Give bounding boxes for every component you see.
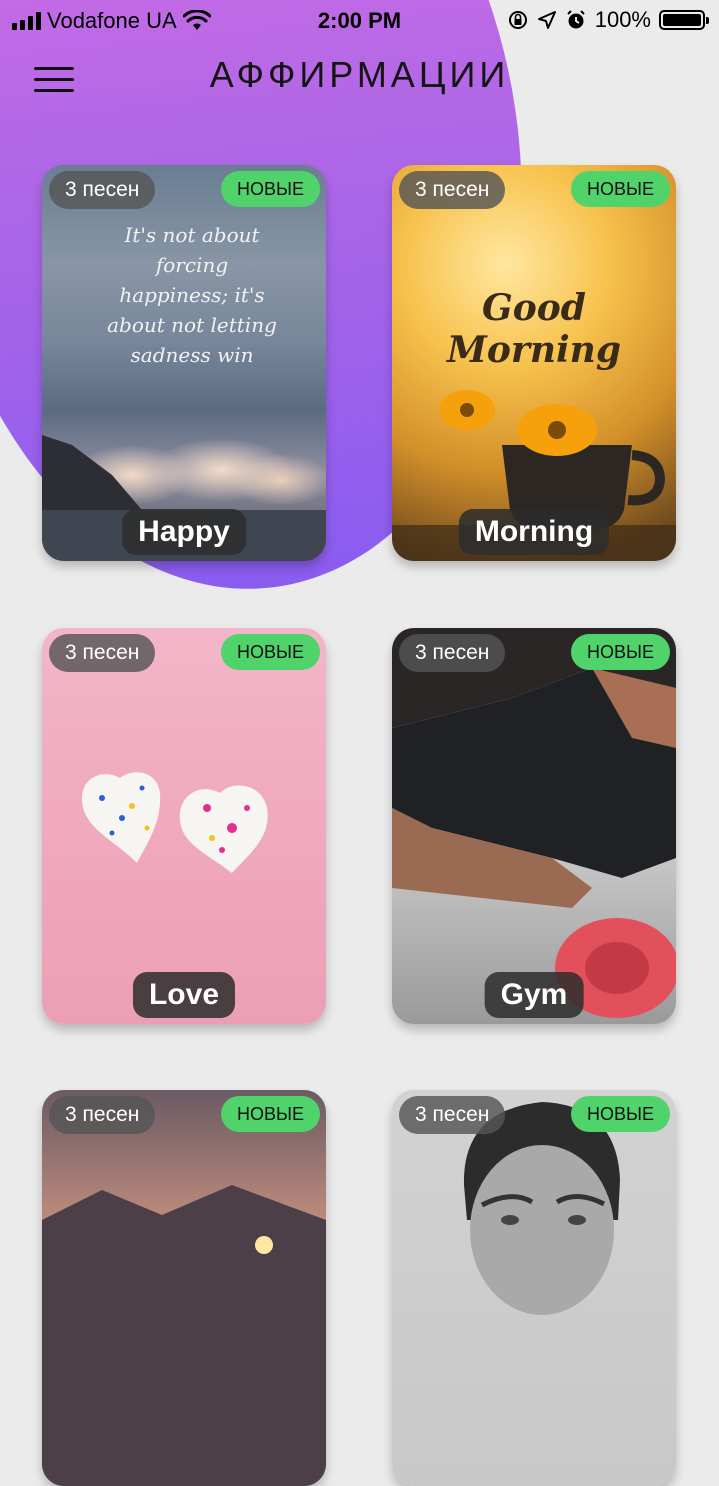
category-card-sunset[interactable]: 3 песен НОВЫЕ — [42, 1090, 326, 1486]
card-greeting-text: Good Morning — [446, 287, 622, 371]
category-card-gym[interactable]: 3 песен НОВЫЕ Gym — [392, 628, 676, 1024]
portrait-decor — [463, 1102, 620, 1315]
location-arrow-icon — [537, 11, 556, 29]
page-title: АФФИРМАЦИИ — [209, 54, 510, 95]
alarm-icon — [567, 10, 585, 29]
orientation-lock-icon — [508, 11, 527, 29]
song-count-badge: 3 песен — [399, 171, 506, 209]
battery-icon — [659, 10, 709, 30]
battery-percent: 100% — [594, 7, 651, 32]
card-title: Morning — [458, 509, 610, 555]
song-count-badge: 3 песен — [399, 634, 506, 672]
category-card-morning[interactable]: Good Morning 3 песен НОВЫЕ Morning — [392, 165, 676, 561]
status-right: 100% — [507, 7, 709, 33]
athlete-decor — [392, 628, 676, 1018]
card-title: Love — [132, 972, 236, 1018]
card-title: Happy — [122, 509, 246, 555]
new-badge: НОВЫЕ — [571, 171, 670, 207]
song-count-badge: 3 песен — [49, 171, 156, 209]
category-grid: It's not about forcing happiness; it's a… — [0, 0, 719, 1486]
mountains-decor — [42, 1185, 326, 1486]
new-badge: НОВЫЕ — [571, 1096, 670, 1132]
category-card-portrait[interactable]: 3 песен НОВЫЕ — [392, 1090, 676, 1486]
card-title: Gym — [484, 972, 584, 1018]
new-badge: НОВЫЕ — [221, 634, 320, 670]
hearts-decor — [82, 772, 268, 873]
category-card-happy[interactable]: It's not about forcing happiness; it's a… — [42, 165, 326, 561]
new-badge: НОВЫЕ — [221, 1096, 320, 1132]
song-count-badge: 3 песен — [399, 1096, 506, 1134]
new-badge: НОВЫЕ — [571, 634, 670, 670]
card-quote-text: It's not about forcing happiness; it's a… — [107, 223, 277, 367]
song-count-badge: 3 песен — [49, 634, 156, 672]
new-badge: НОВЫЕ — [221, 171, 320, 207]
song-count-badge: 3 песен — [49, 1096, 156, 1134]
category-card-love[interactable]: 3 песен НОВЫЕ Love — [42, 628, 326, 1024]
status-bar: Vodafone UA 2:00 PM 100% — [0, 0, 719, 40]
